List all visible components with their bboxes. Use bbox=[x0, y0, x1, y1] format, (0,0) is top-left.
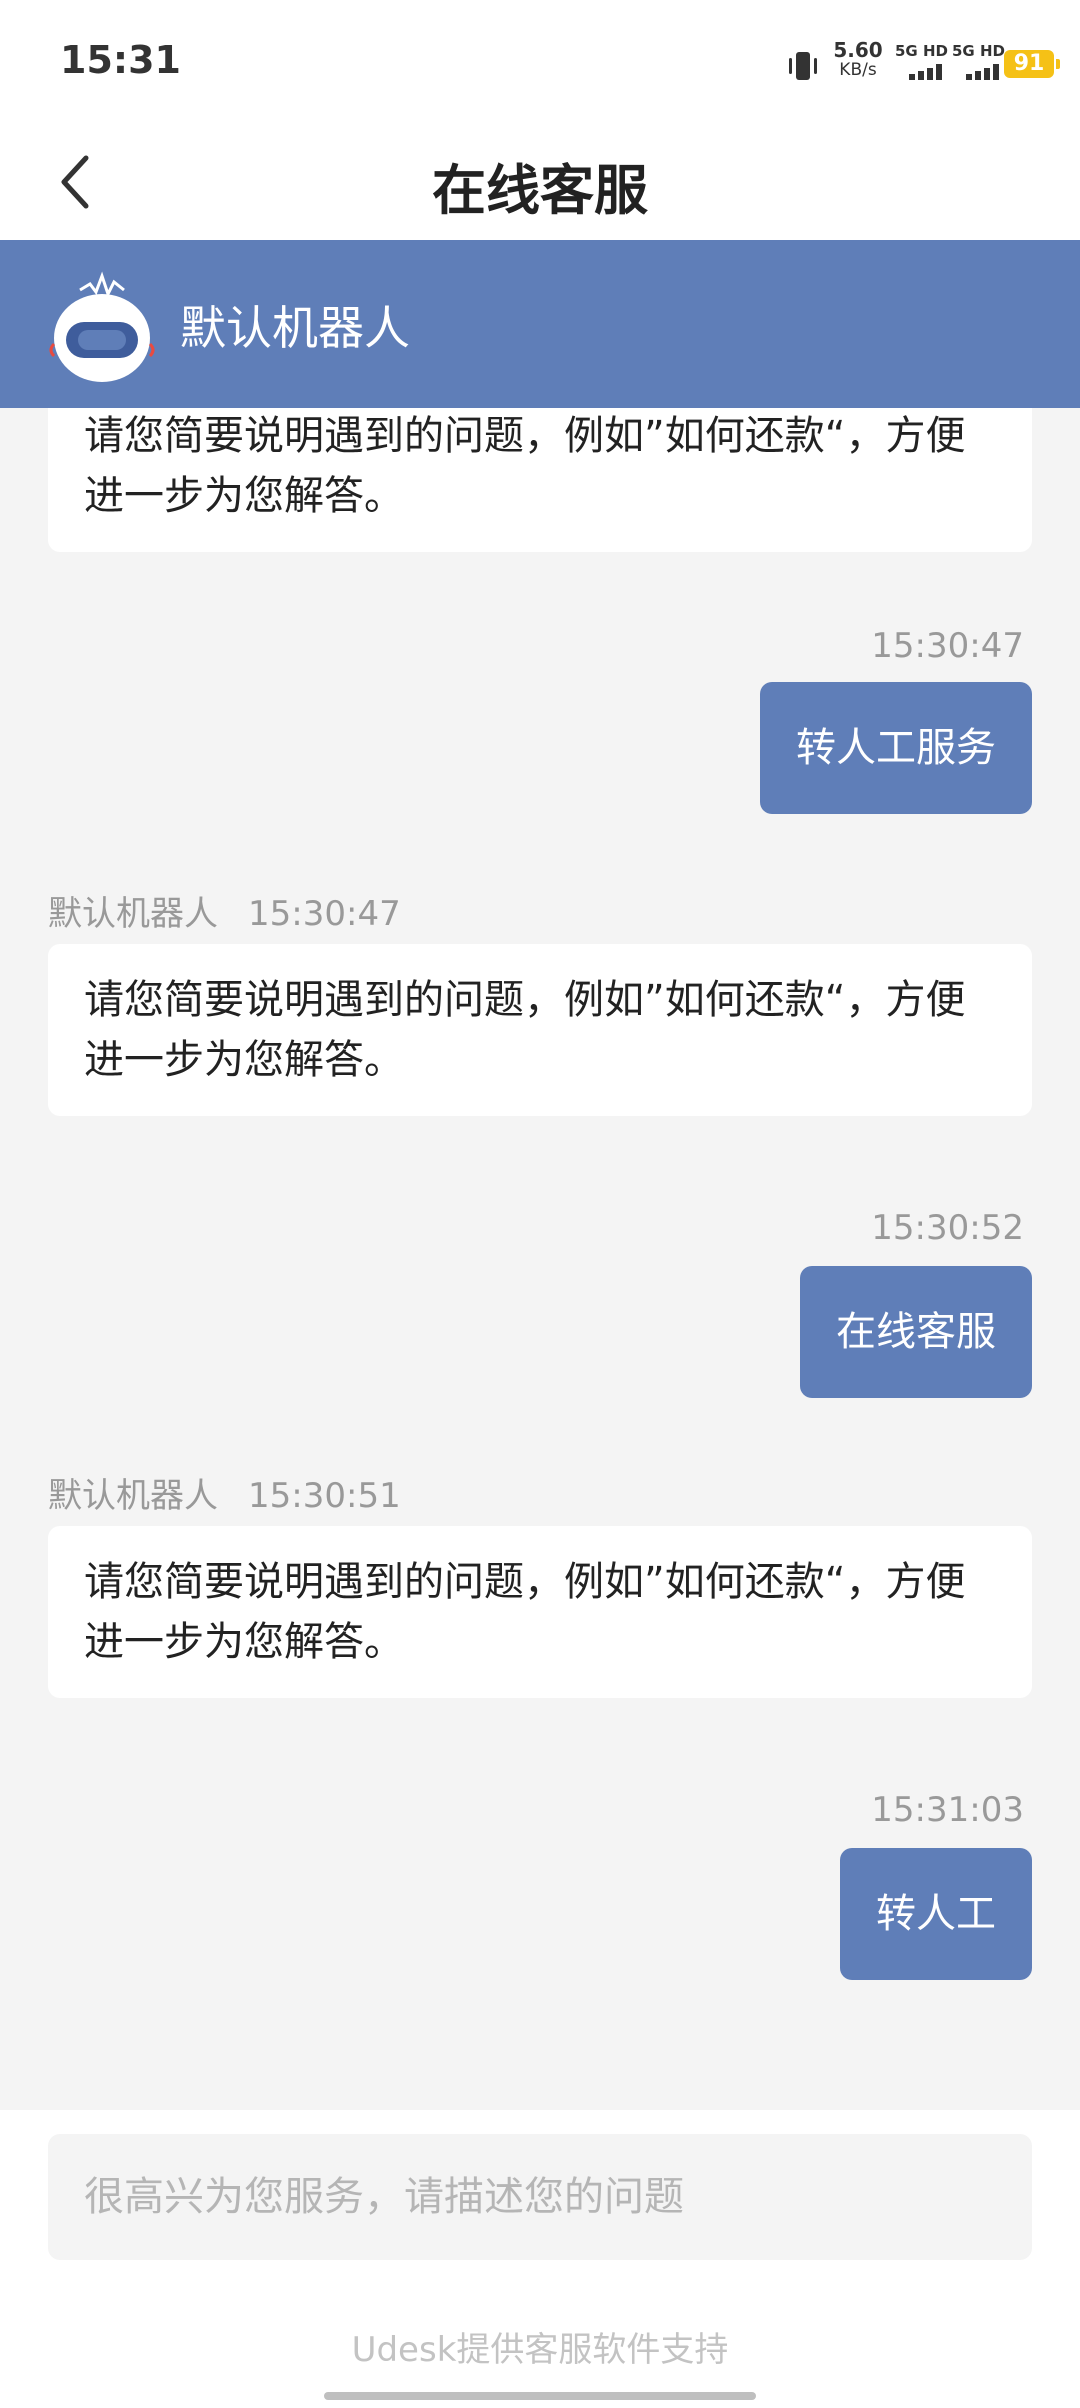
bot-message-bubble: 请您简要说明遇到的问题，例如”如何还款“，方便进一步为您解答。 bbox=[48, 944, 1032, 1116]
page-title: 在线客服 bbox=[432, 159, 648, 222]
network-speed: 5.60 KB/s bbox=[828, 40, 888, 80]
bot-message-meta: 默认机器人 15:30:47 bbox=[48, 886, 401, 935]
user-message-bubble: 转人工服务 bbox=[760, 682, 1032, 814]
home-indicator[interactable] bbox=[324, 2392, 756, 2400]
message-input[interactable] bbox=[48, 2134, 1032, 2260]
status-bar: 15:31 5.60 KB/s 5G HD 5G HD 91 bbox=[0, 0, 1080, 124]
signal-strength-icon: 5G HD bbox=[895, 42, 949, 82]
message-timestamp: 15:31:03 bbox=[871, 1790, 1024, 1830]
vibrate-icon bbox=[789, 52, 817, 80]
message-sender: 默认机器人 bbox=[48, 1476, 218, 1516]
nav-header: 在线客服 bbox=[0, 124, 1080, 240]
status-time: 15:31 bbox=[60, 38, 181, 82]
message-timestamp: 15:30:47 bbox=[871, 626, 1024, 666]
battery-icon: 91 bbox=[1004, 50, 1060, 78]
network-speed-value: 5.60 bbox=[833, 38, 883, 62]
chat-page: 15:31 5.60 KB/s 5G HD 5G HD 91 在线客服 默认机器… bbox=[0, 0, 1080, 2408]
signal-label: 5G HD bbox=[952, 42, 1005, 60]
message-timestamp: 15:30:51 bbox=[248, 1476, 401, 1516]
robot-avatar-icon bbox=[49, 271, 155, 382]
user-message-bubble: 转人工 bbox=[840, 1848, 1032, 1980]
input-area: Udesk提供客服软件支持 bbox=[0, 2110, 1080, 2408]
network-speed-unit: KB/s bbox=[839, 60, 877, 80]
bot-message-bubble: 请您简要说明遇到的问题，例如”如何还款“，方便进一步为您解答。 bbox=[48, 1526, 1032, 1698]
message-timestamp: 15:30:47 bbox=[248, 894, 401, 934]
bot-banner: 默认机器人 bbox=[0, 240, 1080, 408]
powered-by-text: Udesk提供客服软件支持 bbox=[351, 2330, 729, 2370]
chat-message-list[interactable]: 请您简要说明遇到的问题，例如”如何还款“，方便进一步为您解答。 15:30:47… bbox=[0, 408, 1080, 2110]
message-timestamp: 15:30:52 bbox=[871, 1208, 1024, 1248]
signal-strength-icon: 5G HD bbox=[952, 42, 1006, 82]
bot-message-bubble: 请您简要说明遇到的问题，例如”如何还款“，方便进一步为您解答。 bbox=[48, 408, 1032, 552]
message-sender: 默认机器人 bbox=[48, 894, 218, 934]
user-message-bubble: 在线客服 bbox=[800, 1266, 1032, 1398]
bot-message-meta: 默认机器人 15:30:51 bbox=[48, 1468, 401, 1517]
signal-label: 5G HD bbox=[895, 42, 948, 60]
bot-name: 默认机器人 bbox=[180, 301, 410, 355]
